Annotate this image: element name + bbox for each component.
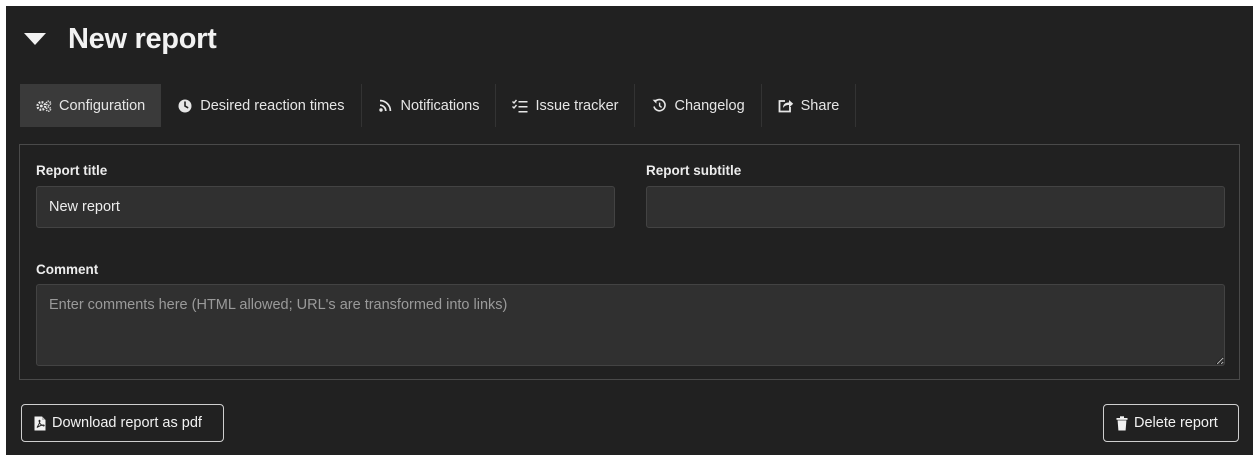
tab-changelog[interactable]: Changelog — [635, 84, 762, 127]
tab-desired-reaction-times[interactable]: Desired reaction times — [161, 84, 362, 127]
report-title-label: Report title — [36, 163, 108, 178]
file-pdf-icon — [34, 416, 46, 431]
trash-icon — [1116, 415, 1128, 431]
tab-label: Notifications — [400, 97, 480, 114]
tab-configuration[interactable]: Configuration — [20, 84, 162, 127]
report-title-input[interactable] — [36, 186, 615, 228]
comment-label: Comment — [36, 262, 99, 277]
configuration-panel: Report title Report subtitle Comment — [19, 144, 1240, 380]
share-icon — [778, 98, 794, 114]
download-pdf-label: Download report as pdf — [52, 415, 202, 431]
tab-notifications[interactable]: Notifications — [362, 84, 497, 127]
report-panel: New report Configuration Desired reactio… — [6, 6, 1253, 455]
download-pdf-button[interactable]: Download report as pdf — [21, 404, 224, 442]
cogs-icon — [36, 98, 52, 114]
report-subtitle-input[interactable] — [646, 186, 1225, 228]
history-icon — [651, 98, 667, 114]
feed-icon — [378, 98, 394, 114]
tab-issue-tracker[interactable]: Issue tracker — [496, 84, 636, 127]
tab-label: Desired reaction times — [200, 97, 345, 114]
report-header: New report — [20, 16, 217, 62]
delete-report-button[interactable]: Delete report — [1103, 404, 1239, 442]
tab-label: Configuration — [59, 97, 146, 114]
caret-down-icon[interactable] — [20, 24, 50, 54]
report-tabs: Configuration Desired reaction times Not… — [20, 84, 857, 127]
report-title: New report — [68, 22, 217, 55]
tasks-icon — [512, 98, 528, 114]
comment-textarea[interactable] — [36, 284, 1225, 366]
tab-share[interactable]: Share — [762, 84, 857, 127]
delete-report-label: Delete report — [1134, 415, 1218, 431]
clock-icon — [177, 98, 193, 114]
tab-label: Changelog — [674, 97, 745, 114]
report-subtitle-label: Report subtitle — [646, 163, 742, 178]
tab-label: Share — [800, 97, 840, 114]
tab-label: Issue tracker — [535, 97, 619, 114]
